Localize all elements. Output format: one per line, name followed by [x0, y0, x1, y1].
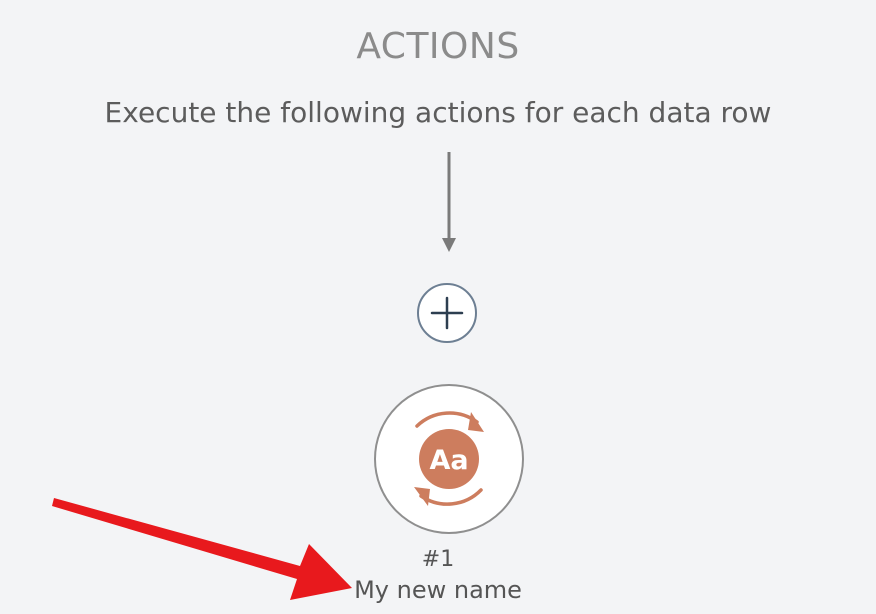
section-title: ACTIONS — [356, 26, 520, 67]
section-subtitle: Execute the following actions for each d… — [104, 96, 772, 129]
rename-text-glyph: Aa — [429, 445, 468, 476]
flow-down-arrow-icon — [442, 152, 456, 252]
add-action-button[interactable] — [417, 283, 477, 343]
plus-icon — [430, 296, 464, 330]
action-number: #1 — [421, 547, 455, 572]
action-node[interactable]: Aa — [374, 384, 524, 534]
action-name: My new name — [354, 576, 522, 604]
rename-text-icon: Aa — [414, 411, 484, 506]
